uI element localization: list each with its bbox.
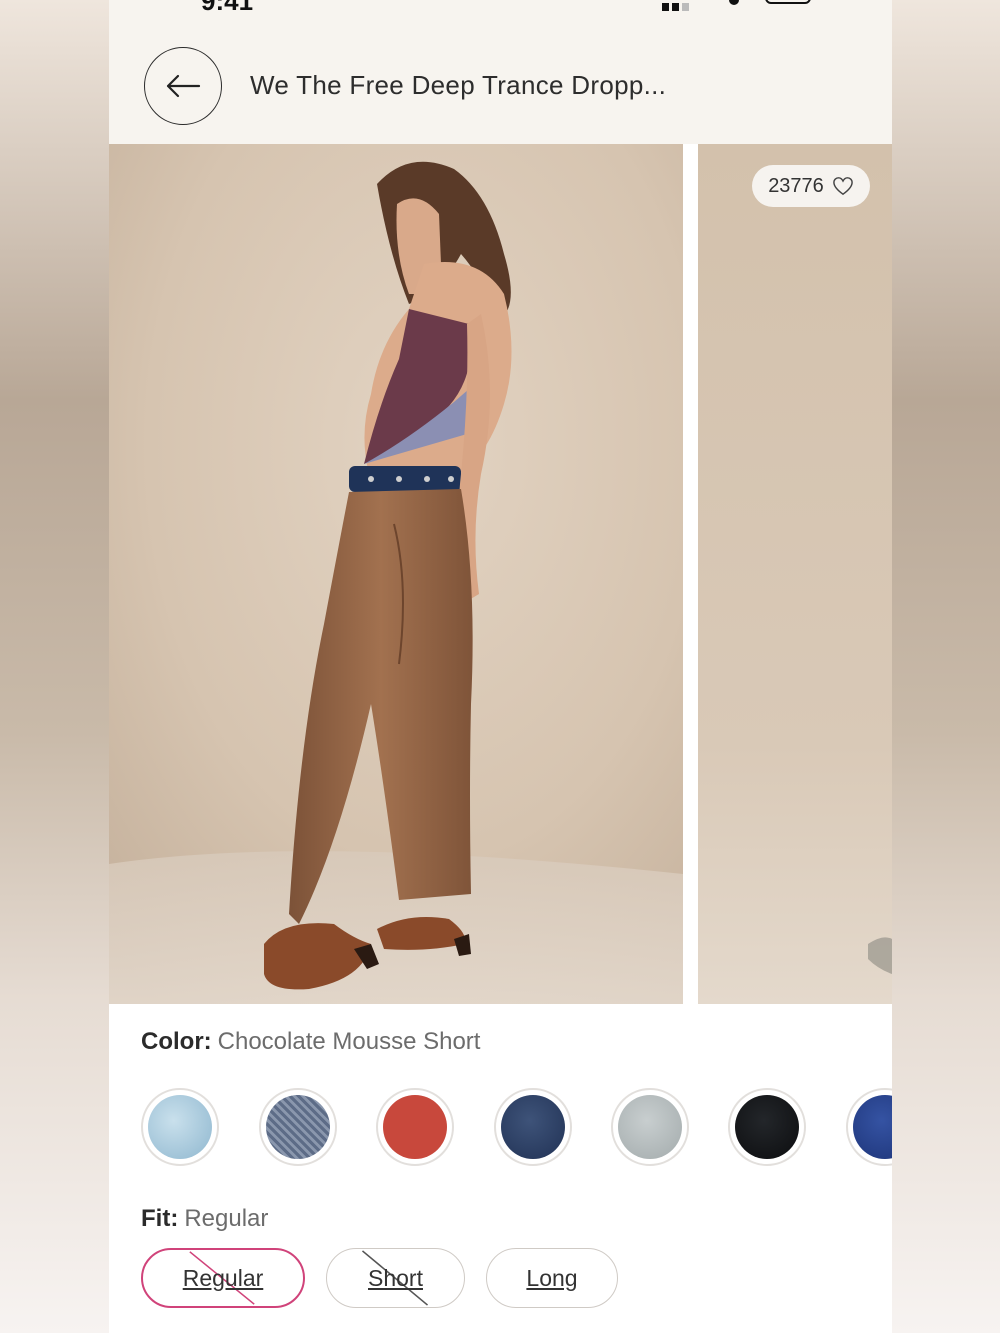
product-image-carousel[interactable]: 23776	[109, 144, 892, 1004]
wifi-icon	[729, 0, 739, 5]
heart-icon	[832, 177, 853, 196]
fit-option-label: Regular	[182, 1264, 264, 1291]
color-swatch-blue[interactable]	[846, 1088, 892, 1166]
back-button[interactable]	[144, 47, 222, 125]
product-photo[interactable]	[109, 144, 683, 1004]
battery-icon	[765, 0, 811, 4]
fit-option-long[interactable]: Long	[486, 1248, 618, 1308]
color-swatch-grey-wash[interactable]	[611, 1088, 689, 1166]
product-title: We The Free Deep Trance Dropp...	[250, 70, 667, 100]
color-swatch-black[interactable]	[728, 1088, 806, 1166]
color-swatch-indigo-texture[interactable]	[259, 1088, 337, 1166]
fit-label: Fit:	[141, 1205, 179, 1232]
fit-value: Regular	[184, 1205, 269, 1232]
status-bar: 9:41	[109, 0, 892, 16]
background-blur-right	[892, 0, 1000, 1333]
background-blur-left	[0, 0, 109, 1333]
color-label: Color:	[141, 1028, 212, 1055]
like-count: 23776	[768, 174, 824, 197]
app-screen: 9:41 We The Free Deep Trance Dropp... 23…	[109, 0, 892, 1333]
fit-selection-label: Fit: Regular	[141, 1205, 268, 1233]
next-product-photo[interactable]	[698, 144, 892, 1004]
signal-icon	[662, 0, 702, 11]
color-swatch-light-wash[interactable]	[141, 1088, 219, 1166]
fit-option-label: Long	[526, 1264, 578, 1291]
fit-option-short[interactable]: Short	[326, 1248, 465, 1308]
arrow-left-icon	[166, 74, 201, 98]
color-selection-label: Color: Chocolate Mousse Short	[141, 1028, 480, 1056]
fit-option-label: Short	[368, 1264, 423, 1291]
color-swatch-list	[109, 1088, 892, 1170]
color-swatch-dark-denim[interactable]	[494, 1088, 572, 1166]
color-swatch-red[interactable]	[376, 1088, 454, 1166]
wishlist-button[interactable]: 23776	[752, 165, 870, 207]
color-value: Chocolate Mousse Short	[217, 1028, 481, 1055]
top-bar: We The Free Deep Trance Dropp...	[109, 12, 892, 144]
fit-option-regular[interactable]: Regular	[141, 1248, 305, 1308]
